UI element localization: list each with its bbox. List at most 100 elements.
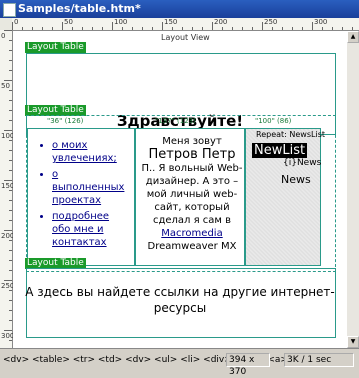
newslist-title[interactable]: NewList [252,143,308,158]
ruler-tick [212,22,213,30]
ruler-tick [32,27,33,30]
ruler-tick [9,90,12,91]
ruler-vertical: 0 50 100 150 200 250 300 [0,30,14,348]
ruler-label: 100 [114,18,128,26]
bio-line-1: Меня зовут [162,136,222,147]
ruler-tick [342,27,343,30]
ruler-tick [9,140,12,141]
window-titlebar: Samples/table.htm* [0,0,359,18]
ruler-tick [4,180,12,181]
ruler-tick [202,27,203,30]
ruler-tick [4,280,12,281]
ruler-tick [9,220,12,221]
ruler-tick [192,27,193,30]
bio-name: Петров Петр [148,147,236,162]
newslist-news: News [281,173,311,186]
design-canvas[interactable]: Layout View Layout Table Здравствуйте! L… [13,31,347,348]
macromedia-link[interactable]: Macromedia [161,228,222,239]
ruler-tick [9,200,12,201]
ruler-tick [9,120,12,121]
bio-line-3: Dreamweaver MX [147,241,237,252]
ruler-label: 250 [264,18,278,26]
ruler-tick [12,22,13,30]
ruler-label: 0 [14,18,19,26]
ruler-tick [9,190,12,191]
ruler-label: 300 [314,18,328,26]
ruler-tick [9,60,12,61]
ruler-tick [4,230,12,231]
ruler-tick [262,22,263,30]
ruler-tick [9,250,12,251]
column-width-2[interactable]: "137" (123) [155,117,196,125]
ruler-tick [9,210,12,211]
bio-text: Меня зовут Петров Петр П.. Я вольный Web… [140,135,244,253]
layout-cell-newslist[interactable]: Repeat: NewsList NewList {i}News News [245,128,325,266]
ruler-tick [302,27,303,30]
layout-cell-links[interactable]: о моих увлечениях; о выполненных проекта… [27,128,135,266]
ruler-tick [332,27,333,30]
ruler-tick [242,27,243,30]
ruler-tick [4,30,12,31]
links-list: о моих увлечениях; о выполненных проекта… [38,139,130,252]
column-width-3[interactable]: "100" (86) [255,117,291,125]
column-header-row: "36" (126) "137" (123) "100" (86) [27,117,321,128]
scroll-down-icon[interactable]: ▼ [347,336,359,348]
ruler-tick [9,70,12,71]
ruler-tick [152,27,153,30]
footer-text: А здесь вы найдете ссылки на другие инте… [25,285,335,315]
ruler-tick [122,27,123,30]
ruler-tick [82,27,83,30]
list-item[interactable]: подробнее обо мне и контактах [52,210,130,249]
ruler-label: 0 [1,32,6,40]
layout-view-label: Layout View [161,33,210,42]
ruler-tick [312,22,313,30]
ruler-tick [9,240,12,241]
layout-table-tag[interactable]: Layout Table [25,42,86,53]
ruler-label: 150 [164,18,178,26]
column-width-1[interactable]: "36" (126) [47,117,83,125]
ruler-tick [282,27,283,30]
ruler-tick [9,110,12,111]
ruler-tick [132,27,133,30]
ruler-tick [102,27,103,30]
ruler-tick [162,22,163,30]
document-icon [3,3,16,17]
window-size-readout[interactable]: 394 x 370 [226,353,270,377]
ruler-tick [4,330,12,331]
ruler-tick [9,340,12,341]
ruler-tick [322,27,323,30]
newslist-item: {i}News [283,158,322,168]
ruler-tick [4,80,12,81]
list-item[interactable]: о моих увлечениях; [52,139,130,165]
ruler-tick [272,27,273,30]
ruler-label: 50 [1,82,10,90]
download-size-readout: 3K / 1 sec [284,353,354,367]
ruler-tick [72,27,73,30]
repeat-region-caption: Repeat: NewsList [256,130,325,139]
ruler-label: 200 [214,18,228,26]
ruler-tick [142,27,143,30]
ruler-tick [9,260,12,261]
ruler-tick [9,270,12,271]
ruler-tick [232,27,233,30]
ruler-tick [9,310,12,311]
ruler-tick [9,100,12,101]
ruler-tick [9,300,12,301]
ruler-tick [9,160,12,161]
scroll-up-icon[interactable]: ▲ [347,31,359,43]
layout-cell-bio[interactable]: Меня зовут Петров Петр П.. Я вольный Web… [135,128,245,266]
ruler-tick [9,40,12,41]
window-title: Samples/table.htm* [18,2,141,15]
ruler-tick [22,27,23,30]
ruler-tick [9,170,12,171]
vertical-scrollbar[interactable]: ▲ ▼ [347,31,359,348]
ruler-tick [352,27,353,30]
ruler-tick [62,22,63,30]
ruler-tick [182,27,183,30]
ruler-tick [222,27,223,30]
bio-line-2: П.. Я вольный Web-дизайнер. А это – мой … [141,163,243,226]
ruler-tick [252,27,253,30]
ruler-tick [9,150,12,151]
ruler-label: 50 [64,18,73,26]
list-item[interactable]: о выполненных проектах [52,168,130,207]
